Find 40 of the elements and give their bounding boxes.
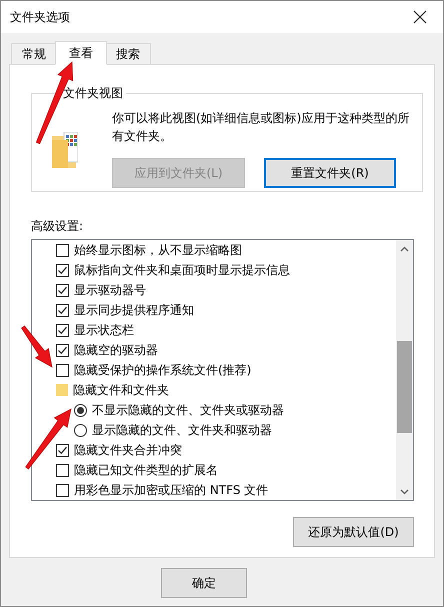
option-label: 隐藏空的驱动器 bbox=[74, 342, 158, 358]
option-label: 显示隐藏的文件、文件夹和驱动器 bbox=[92, 422, 272, 438]
tab[interactable]: 搜索 bbox=[105, 43, 151, 64]
section-label: 高级设置: bbox=[31, 218, 84, 235]
checkbox[interactable] bbox=[56, 364, 69, 376]
checkbox[interactable] bbox=[56, 304, 69, 316]
option-label: 隐藏受保护的操作系统文件(推荐) bbox=[74, 362, 252, 378]
tab[interactable]: 常规 bbox=[11, 43, 57, 64]
window-title: 文件夹选项 bbox=[10, 8, 70, 26]
option-label: 隐藏文件夹合并冲突 bbox=[74, 442, 182, 458]
option-label: 鼠标指向文件夹和桌面项时显示提示信息 bbox=[74, 262, 290, 278]
restore-defaults-button[interactable]: 还原为默认值(D) bbox=[293, 517, 414, 547]
ok-button[interactable]: 确定 bbox=[161, 568, 247, 598]
option-label: 用彩色显示加密或压缩的 NTFS 文件 bbox=[74, 482, 268, 498]
option-label: 显示驱动器号 bbox=[74, 282, 146, 298]
close-icon bbox=[413, 10, 427, 24]
radio-button[interactable] bbox=[74, 424, 87, 436]
checkbox[interactable] bbox=[56, 284, 69, 296]
group-title: 文件夹视图 bbox=[62, 85, 124, 102]
folder-view-icon bbox=[52, 132, 78, 168]
checkbox[interactable] bbox=[56, 484, 69, 496]
option-label: 始终显示图标，从不显示缩略图 bbox=[74, 242, 242, 258]
checkbox[interactable] bbox=[56, 444, 69, 456]
tab[interactable]: 查看 bbox=[55, 41, 107, 65]
folder-icon bbox=[56, 384, 68, 396]
checkbox[interactable] bbox=[56, 244, 69, 256]
option-label: 显示同步提供程序通知 bbox=[74, 302, 194, 318]
scrollbar-thumb[interactable] bbox=[397, 341, 412, 433]
reset-button[interactable]: 重置文件夹(R) bbox=[264, 158, 396, 188]
radio-button[interactable] bbox=[74, 404, 87, 416]
checkbox[interactable] bbox=[56, 264, 69, 276]
description-text: 你可以将此视图(如详细信息或图标)应用于这种类型的所有文件夹。 bbox=[112, 110, 410, 145]
option-label: 不显示隐藏的文件、文件夹或驱动器 bbox=[92, 402, 284, 418]
scrollbar[interactable] bbox=[396, 240, 413, 500]
checkbox[interactable] bbox=[56, 344, 69, 356]
checkbox[interactable] bbox=[56, 324, 69, 336]
option-label: 显示状态栏 bbox=[74, 322, 134, 338]
group-label: 隐藏文件和文件夹 bbox=[73, 382, 169, 398]
option-label: 隐藏已知文件类型的扩展名 bbox=[74, 462, 218, 478]
checkbox[interactable] bbox=[56, 464, 69, 476]
